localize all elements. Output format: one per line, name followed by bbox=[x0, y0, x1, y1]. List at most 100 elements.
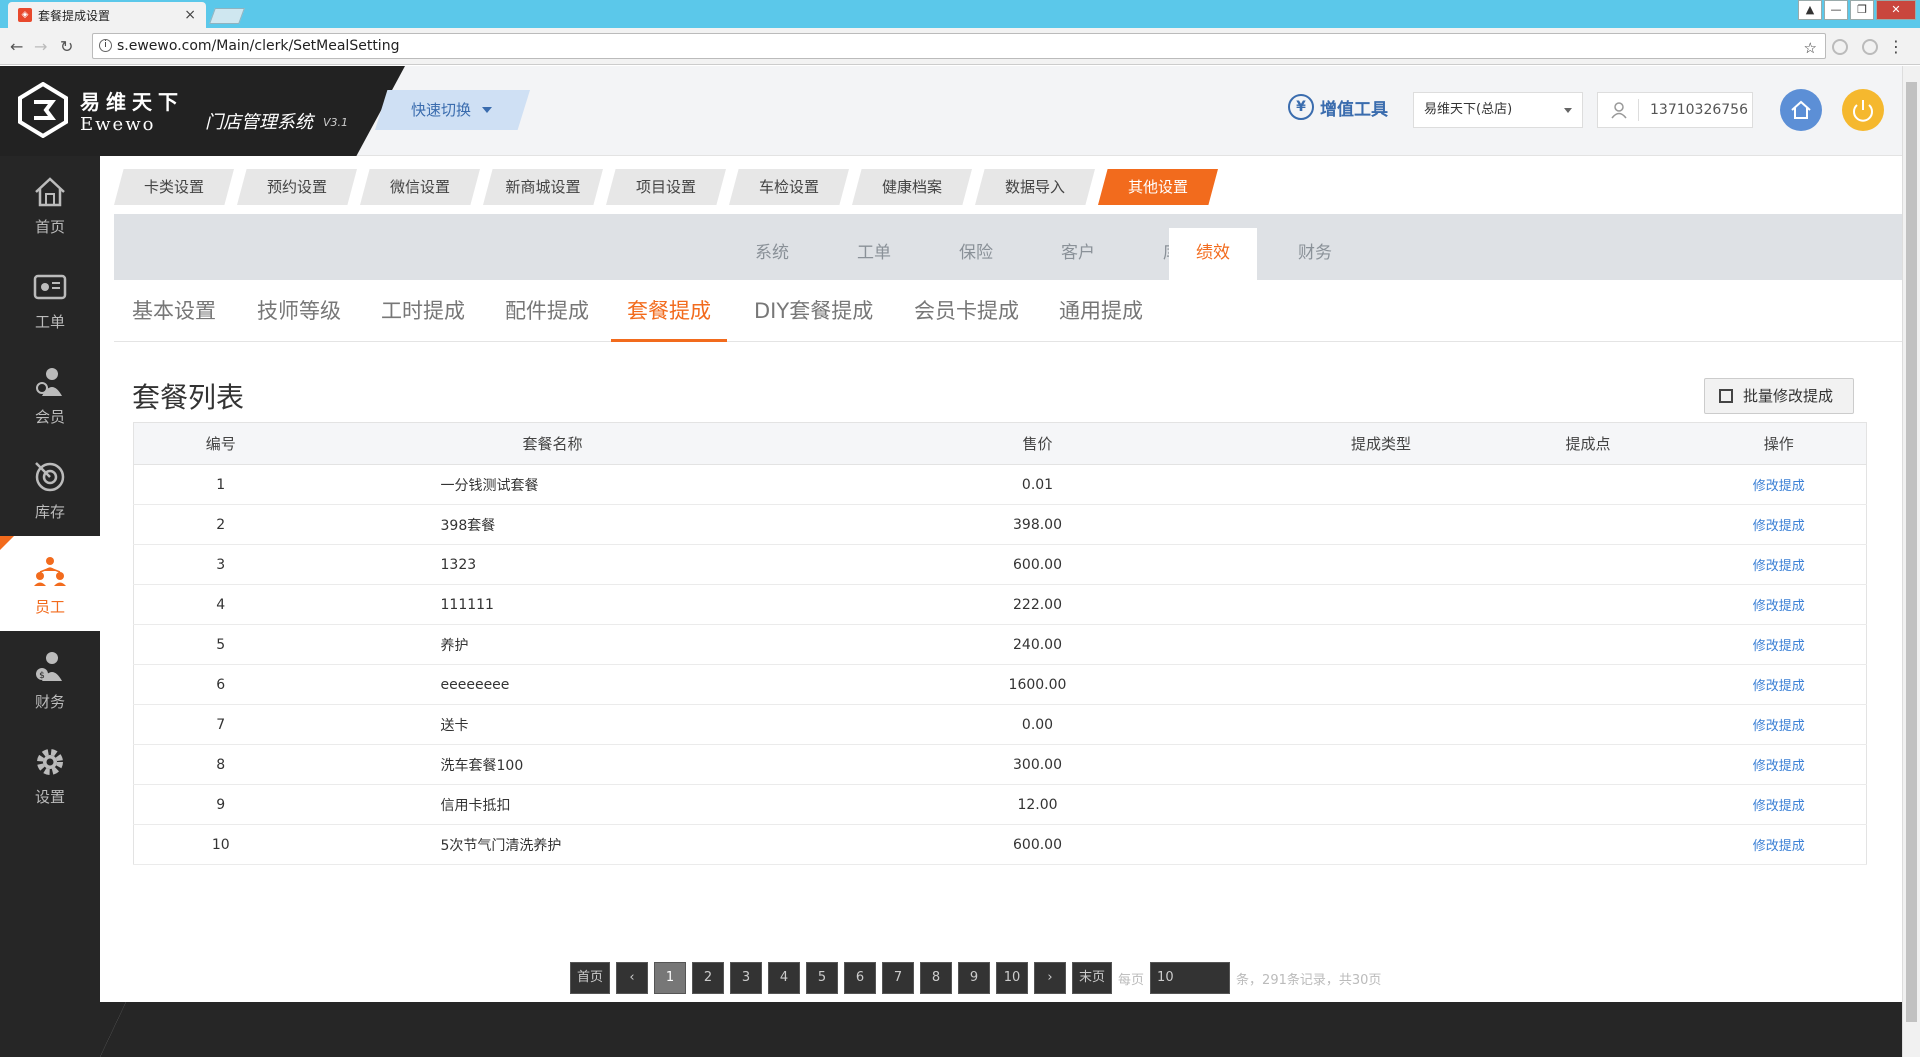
per-page-select[interactable]: 10 bbox=[1150, 962, 1231, 994]
info-icon[interactable]: i bbox=[99, 39, 112, 52]
row-commission-point bbox=[1484, 784, 1692, 825]
menu-icon[interactable]: ⋮ bbox=[1888, 37, 1904, 56]
tab-wechat-settings[interactable]: 微信设置 bbox=[360, 169, 480, 205]
tab-data-import[interactable]: 数据导入 bbox=[975, 169, 1095, 205]
tab-member-card-commission[interactable]: 会员卡提成 bbox=[914, 290, 1019, 342]
tab-technician-level[interactable]: 技师等级 bbox=[257, 290, 341, 342]
row-package-name: 送卡 bbox=[307, 704, 798, 745]
edit-commission-link[interactable]: 修改提成 bbox=[1753, 639, 1805, 654]
page-number[interactable]: 9 bbox=[958, 962, 991, 994]
sidebar-item-member[interactable]: 会员 bbox=[0, 346, 100, 441]
page-number[interactable]: 4 bbox=[768, 962, 801, 994]
sidebar-item-home[interactable]: 首页 bbox=[0, 156, 100, 251]
tab-basic-settings[interactable]: 基本设置 bbox=[132, 290, 216, 342]
user-info[interactable]: 13710326756 bbox=[1597, 92, 1753, 128]
finance-icon: $ bbox=[36, 652, 62, 681]
row-package-name: 1323 bbox=[307, 544, 798, 585]
page-last[interactable]: 末页 bbox=[1072, 962, 1113, 994]
row-number: 8 bbox=[133, 744, 308, 785]
edit-commission-link[interactable]: 修改提成 bbox=[1753, 759, 1805, 774]
store-select[interactable]: 易维天下(总店) bbox=[1413, 92, 1583, 128]
quick-switch-button[interactable]: 快速切换 bbox=[375, 90, 530, 130]
row-package-name: 信用卡抵扣 bbox=[307, 784, 798, 825]
extension-icon[interactable] bbox=[1862, 39, 1878, 55]
edit-commission-link[interactable]: 修改提成 bbox=[1753, 799, 1805, 814]
tab-inspection-settings[interactable]: 车检设置 bbox=[729, 169, 849, 205]
tab-other-settings[interactable]: 其他设置 bbox=[1098, 169, 1218, 205]
bookmark-star-icon[interactable]: ☆ bbox=[1804, 36, 1817, 60]
tab-close-icon[interactable]: × bbox=[184, 7, 196, 23]
back-icon[interactable]: ← bbox=[10, 37, 23, 56]
row-commission-point bbox=[1484, 584, 1692, 625]
subtab-customer[interactable]: 客户 bbox=[1034, 228, 1122, 280]
extension-icon[interactable] bbox=[1832, 39, 1848, 55]
tab-parts-commission[interactable]: 配件提成 bbox=[505, 290, 589, 342]
edit-commission-link[interactable]: 修改提成 bbox=[1753, 519, 1805, 534]
page-number[interactable]: 3 bbox=[730, 962, 763, 994]
tab-general-commission[interactable]: 通用提成 bbox=[1059, 290, 1143, 342]
edit-commission-link[interactable]: 修改提成 bbox=[1753, 559, 1805, 574]
page-number[interactable]: 5 bbox=[806, 962, 839, 994]
scrollbar-thumb[interactable] bbox=[1906, 82, 1917, 1022]
yen-icon: ¥ bbox=[1288, 94, 1314, 120]
page-number[interactable]: 8 bbox=[920, 962, 953, 994]
row-number: 6 bbox=[133, 664, 308, 705]
page-prev[interactable]: ‹ bbox=[616, 962, 649, 994]
sidebar-item-settings[interactable]: 设置 bbox=[0, 726, 100, 821]
page-number[interactable]: 1 bbox=[654, 962, 687, 994]
subtab-system[interactable]: 系统 bbox=[728, 228, 816, 280]
page-first[interactable]: 首页 bbox=[570, 962, 611, 994]
batch-edit-button[interactable]: 批量修改提成 bbox=[1704, 378, 1854, 414]
minimize-icon[interactable]: — bbox=[1824, 0, 1848, 20]
edit-commission-link[interactable]: 修改提成 bbox=[1753, 679, 1805, 694]
tab-health-records[interactable]: 健康档案 bbox=[852, 169, 972, 205]
sidebar-item-inventory[interactable]: 库存 bbox=[0, 441, 100, 536]
sidebar-item-finance[interactable]: $ 财务 bbox=[0, 631, 100, 726]
browser-tab[interactable]: ◈ 套餐提成设置 × bbox=[8, 2, 206, 28]
edit-commission-link[interactable]: 修改提成 bbox=[1753, 839, 1805, 854]
home-button[interactable] bbox=[1780, 89, 1822, 131]
subtab-finance[interactable]: 财务 bbox=[1271, 228, 1359, 280]
sidebar-item-staff[interactable]: 员工 bbox=[0, 536, 100, 631]
edit-commission-link[interactable]: 修改提成 bbox=[1753, 599, 1805, 614]
url-input[interactable]: i s.ewewo.com/Main/clerk/SetMealSetting … bbox=[92, 33, 1826, 59]
subtab-performance[interactable]: 绩效 bbox=[1169, 228, 1257, 280]
table-header-row: 编号 套餐名称 售价 提成类型 提成点 操作 bbox=[133, 422, 1867, 465]
subtab-work-order[interactable]: 工单 bbox=[830, 228, 918, 280]
row-package-name: eeeeeeee bbox=[307, 664, 798, 705]
tab-appointment-settings[interactable]: 预约设置 bbox=[237, 169, 357, 205]
row-commission-point bbox=[1484, 464, 1692, 505]
page-number[interactable]: 2 bbox=[692, 962, 725, 994]
table-row: 5 养护 240.00 修改提成 bbox=[133, 624, 1867, 665]
page-scrollbar[interactable] bbox=[1902, 66, 1920, 1057]
row-price: 1600.00 bbox=[797, 664, 1278, 705]
reload-icon[interactable]: ↻ bbox=[60, 37, 73, 56]
close-window-icon[interactable]: ✕ bbox=[1876, 0, 1916, 20]
edit-commission-link[interactable]: 修改提成 bbox=[1753, 479, 1805, 494]
tab-diy-package-commission[interactable]: DIY套餐提成 bbox=[754, 290, 873, 342]
row-package-name: 398套餐 bbox=[307, 504, 798, 545]
row-commission-point bbox=[1484, 824, 1692, 865]
value-added-tools-link[interactable]: ¥ 增值工具 bbox=[1288, 94, 1388, 120]
restore-icon[interactable]: ❐ bbox=[1850, 0, 1874, 20]
subtab-insurance[interactable]: 保险 bbox=[932, 228, 1020, 280]
page-number[interactable]: 10 bbox=[996, 962, 1029, 994]
tab-package-commission[interactable]: 套餐提成 bbox=[611, 290, 727, 342]
user-icon[interactable]: ▲ bbox=[1798, 0, 1822, 20]
page-number[interactable]: 6 bbox=[844, 962, 877, 994]
edit-commission-link[interactable]: 修改提成 bbox=[1753, 719, 1805, 734]
row-action-cell: 修改提成 bbox=[1691, 744, 1867, 785]
tab-card-settings[interactable]: 卡类设置 bbox=[114, 169, 234, 205]
sidebar-item-work-order[interactable]: 工单 bbox=[0, 251, 100, 346]
new-tab-button[interactable] bbox=[209, 8, 245, 24]
forward-icon[interactable]: → bbox=[34, 37, 47, 56]
member-icon bbox=[36, 368, 62, 396]
row-price: 12.00 bbox=[797, 784, 1278, 825]
row-action-cell: 修改提成 bbox=[1691, 584, 1867, 625]
tab-project-settings[interactable]: 项目设置 bbox=[606, 169, 726, 205]
page-next[interactable]: › bbox=[1034, 962, 1067, 994]
logout-button[interactable] bbox=[1842, 89, 1884, 131]
tab-new-mall-settings[interactable]: 新商城设置 bbox=[483, 169, 603, 205]
tab-labor-commission[interactable]: 工时提成 bbox=[381, 290, 465, 342]
page-number[interactable]: 7 bbox=[882, 962, 915, 994]
